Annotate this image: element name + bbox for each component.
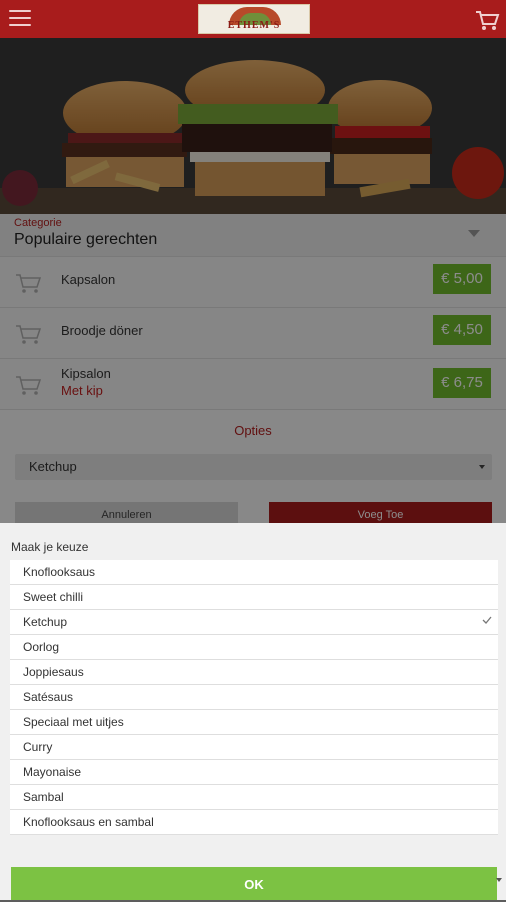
top-bar: ETHEM'S	[0, 0, 506, 38]
picker-title: Maak je keuze	[11, 540, 89, 554]
option-label: Satésaus	[23, 690, 74, 704]
option-item[interactable]: Knoflooksaus	[10, 560, 498, 585]
option-item[interactable]: Satésaus	[10, 685, 498, 710]
option-label: Ketchup	[23, 615, 68, 629]
option-label: Speciaal met uitjes	[23, 715, 124, 729]
option-label: Sweet chilli	[23, 590, 84, 604]
shopping-cart-icon[interactable]	[474, 8, 500, 32]
logo-text: ETHEM'S	[227, 20, 281, 31]
option-item[interactable]: Sambal	[10, 785, 498, 810]
option-label: Mayonaise	[23, 765, 82, 779]
option-label: Knoflooksaus	[23, 565, 96, 579]
option-item[interactable]: Oorlog	[10, 635, 498, 660]
modal-backdrop[interactable]	[0, 38, 506, 523]
option-label: Curry	[23, 740, 53, 754]
hamburger-menu-icon[interactable]	[9, 10, 31, 28]
option-item[interactable]: Knoflooksaus en sambal	[10, 810, 498, 835]
checkmark-icon	[482, 616, 492, 624]
option-item[interactable]: Joppiesaus	[10, 660, 498, 685]
option-label: Oorlog	[23, 640, 60, 654]
option-item[interactable]: Mayonaise	[10, 760, 498, 785]
option-label: Knoflooksaus en sambal	[23, 815, 154, 829]
option-item[interactable]: Sweet chilli	[10, 585, 498, 610]
option-item[interactable]: Ketchup	[10, 610, 498, 635]
option-item[interactable]: Speciaal met uitjes	[10, 710, 498, 735]
option-item[interactable]: Curry	[10, 735, 498, 760]
option-label: Joppiesaus	[23, 665, 84, 679]
ok-button[interactable]: OK	[11, 867, 497, 900]
option-label: Sambal	[23, 790, 64, 804]
caret-icon	[496, 878, 502, 882]
option-list: Knoflooksaus Sweet chilli Ketchup Oorlog Jop…	[10, 560, 498, 835]
restaurant-logo[interactable]: ETHEM'S	[198, 4, 310, 34]
